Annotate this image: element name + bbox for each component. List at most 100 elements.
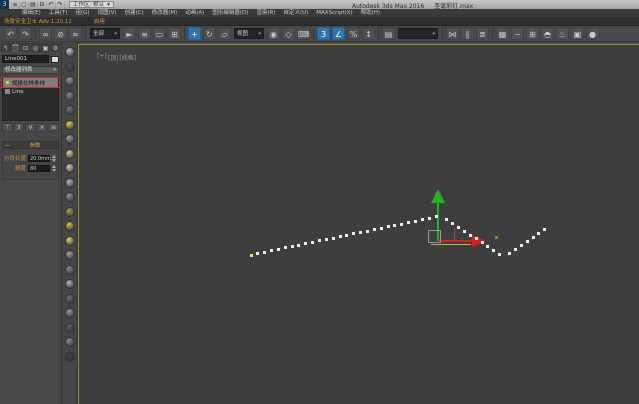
reference-coordinate-combo[interactable]: 视图 ▾	[234, 28, 264, 39]
undo-icon[interactable]: ↶	[47, 0, 56, 9]
side-tool-icon[interactable]	[65, 322, 75, 333]
redo-icon[interactable]: ↷	[19, 27, 32, 40]
spline-vertex[interactable]	[311, 240, 315, 244]
spline-vertex[interactable]	[514, 247, 518, 251]
menu-item[interactable]: 图形编辑器(D)	[208, 9, 252, 17]
menu-item[interactable]: 编辑(E)	[18, 9, 45, 17]
side-tool-icon[interactable]	[65, 293, 75, 304]
keyboard-override-icon[interactable]: ⌨	[297, 27, 310, 40]
menu-item[interactable]: 动画(A)	[181, 9, 208, 17]
spline-vertex[interactable]	[543, 228, 547, 232]
edit-named-selection-sets-icon[interactable]: ▤	[382, 27, 395, 40]
spline-vertex[interactable]	[407, 221, 411, 225]
modifier-list-dropdown[interactable]: 修改器列表 ▾	[2, 66, 59, 74]
menu-item[interactable]: 渲染(R)	[252, 9, 279, 17]
viewport-top-wireframe[interactable]: [+] [顶] [线框]	[78, 44, 639, 404]
spline-vertex[interactable]	[400, 222, 404, 226]
spline-vertex[interactable]	[427, 216, 431, 220]
spline-vertex[interactable]	[372, 228, 376, 232]
tab-create[interactable]: ↰	[1, 43, 10, 52]
spline-vertex[interactable]	[519, 243, 523, 247]
side-tool-icon[interactable]	[65, 105, 75, 115]
spline-vertex[interactable]	[304, 242, 308, 246]
layer-manager-icon[interactable]: ≣	[476, 27, 489, 40]
snaps-toggle-3d-icon[interactable]: 3	[317, 27, 330, 40]
gizmo-x-axis[interactable]	[439, 240, 473, 242]
base-object-icon[interactable]	[5, 89, 10, 94]
side-tool-icon[interactable]	[65, 47, 75, 57]
side-tool-icon[interactable]	[65, 235, 75, 246]
side-tool-icon[interactable]	[65, 61, 75, 72]
make-unique-icon[interactable]: ∨	[25, 123, 36, 132]
tab-motion[interactable]: ◎	[31, 43, 40, 52]
bind-to-space-warp-icon[interactable]: ≈	[69, 27, 82, 40]
rollout-header[interactable]: − 参数	[2, 141, 59, 149]
redo-icon[interactable]: ↷	[56, 0, 65, 9]
spline-vertex[interactable]	[474, 237, 478, 241]
side-tool-icon[interactable]	[65, 221, 75, 231]
side-tool-icon[interactable]	[65, 250, 75, 260]
spline-vertex[interactable]	[283, 246, 287, 250]
configure-modifier-sets-icon[interactable]: ≡	[48, 123, 59, 132]
side-tool-icon[interactable]	[65, 163, 75, 173]
spline-vertex[interactable]	[359, 230, 363, 234]
material-editor-icon[interactable]: ◓	[541, 27, 554, 40]
spline-vertex[interactable]	[420, 218, 424, 222]
spline-vertex[interactable]	[525, 239, 529, 243]
rendered-frame-icon[interactable]: ▣	[571, 27, 584, 40]
tab-hierarchy[interactable]: ⊡	[21, 43, 30, 52]
spline-vertex[interactable]	[498, 252, 502, 256]
remove-modifier-icon[interactable]: ×	[36, 123, 48, 132]
select-object-icon[interactable]: ►	[123, 27, 136, 40]
side-tool-icon[interactable]	[65, 148, 75, 159]
render-setup-icon[interactable]: ♨	[556, 27, 569, 40]
spline-vertex[interactable]	[324, 238, 328, 242]
spline-vertex[interactable]	[537, 232, 541, 236]
spline-vertex[interactable]	[270, 249, 274, 253]
select-by-name-icon[interactable]: ≡	[138, 27, 151, 40]
side-tool-icon[interactable]	[65, 90, 75, 101]
side-tool-icon[interactable]	[65, 177, 75, 188]
spline-vertex[interactable]	[318, 239, 322, 243]
selection-filter-combo[interactable]: 全部 ▾	[90, 28, 120, 39]
spline-vertex[interactable]	[331, 236, 335, 240]
side-tool-icon[interactable]	[65, 279, 75, 289]
menu-item[interactable]: 组(G)	[71, 9, 93, 17]
spline-vertex[interactable]	[290, 245, 294, 249]
side-tool-icon[interactable]	[65, 264, 75, 275]
spline-vertex[interactable]	[393, 223, 397, 227]
stack-item[interactable]: 规格化样条线	[1, 77, 60, 88]
show-end-result-icon[interactable]: ⊻	[13, 123, 25, 132]
select-and-move-icon[interactable]: +	[188, 27, 201, 40]
spline-vertex[interactable]	[338, 235, 342, 239]
spline-vertex[interactable]	[263, 250, 267, 254]
side-tool-icon[interactable]	[65, 308, 75, 318]
window-crossing-icon[interactable]: ⊞	[168, 27, 181, 40]
side-tool-icon[interactable]	[65, 119, 75, 130]
unlink-selection-icon[interactable]: ⊘	[54, 27, 67, 40]
gizmo-y-arrowhead-icon[interactable]	[431, 189, 445, 203]
3dsmax-logo-icon[interactable]: 3	[0, 0, 9, 9]
spline-vertex[interactable]	[531, 236, 535, 240]
workspace-combo[interactable]: 工作区: 默认 ▾	[69, 1, 114, 8]
viewport-menu[interactable]: [线框]	[119, 53, 136, 62]
menu-item[interactable]: 视图(V)	[94, 9, 121, 17]
gizmo-xy-plane-handle[interactable]	[428, 230, 441, 243]
align-icon[interactable]: ∥	[461, 27, 474, 40]
object-name-field[interactable]: Line001	[2, 55, 49, 63]
spline-vertex[interactable]	[379, 226, 383, 230]
schematic-view-icon[interactable]: ⊞	[526, 27, 539, 40]
select-and-rotate-icon[interactable]: ↻	[203, 27, 216, 40]
named-selection-sets-combo[interactable]: ▾	[398, 28, 438, 39]
use-pivot-center-icon[interactable]: ◉	[267, 27, 280, 40]
spline-vertex[interactable]	[486, 245, 490, 249]
selection-region-icon[interactable]: ▭	[153, 27, 166, 40]
side-tool-icon[interactable]	[65, 351, 75, 362]
spline-vertex[interactable]	[256, 252, 260, 256]
spline-vertex[interactable]	[297, 243, 301, 247]
parameter-value-field[interactable]: 80	[28, 164, 50, 172]
spline-vertex[interactable]	[434, 215, 438, 219]
spline-vertex[interactable]	[462, 229, 466, 233]
plugin-action-button[interactable]: 启用	[94, 17, 105, 25]
side-tool-icon[interactable]	[65, 134, 75, 144]
